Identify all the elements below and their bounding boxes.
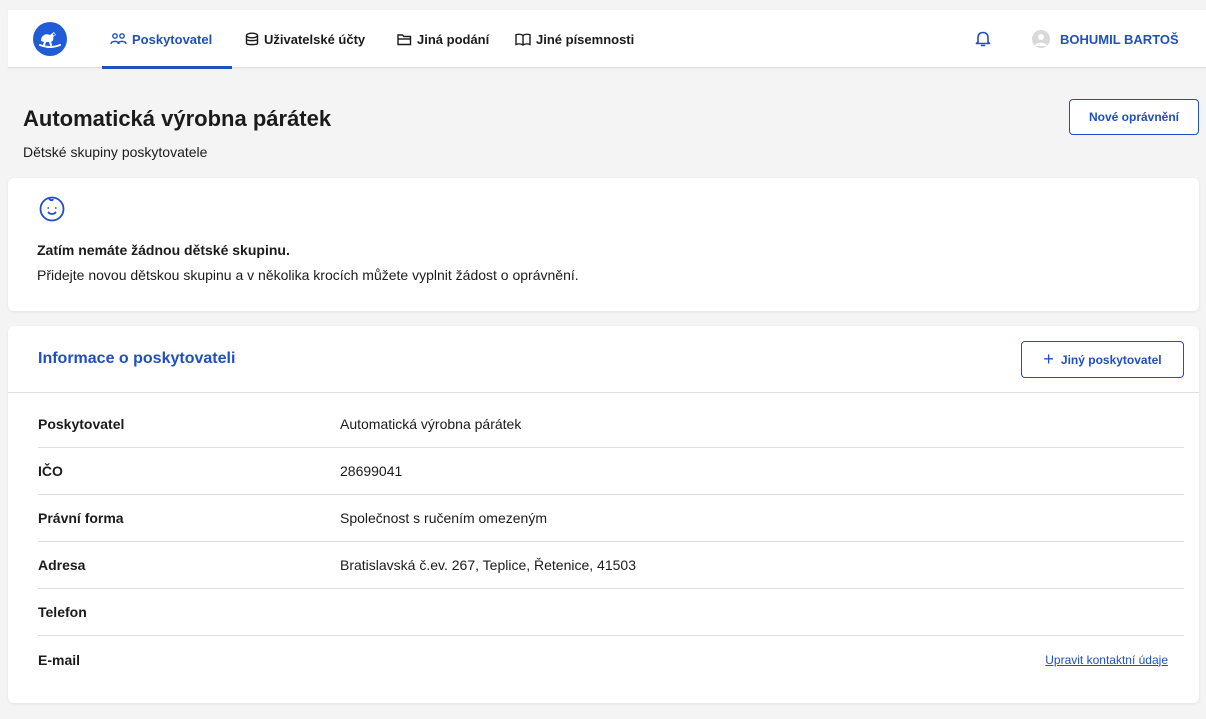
nav-item-label: Jiná podání <box>417 31 490 47</box>
nav-item-label: Uživatelské účty <box>264 31 366 47</box>
detail-value: 28699041 <box>340 463 403 479</box>
nav-item-jina-podani[interactable]: Jiná podání <box>397 10 489 68</box>
top-navigation: Poskytovatel Uživatelské účty Jiná podán… <box>8 10 1206 69</box>
detail-value: Společnost s ručením omezeným <box>340 510 547 526</box>
detail-label: E-mail <box>38 651 81 668</box>
nav-item-jine-pisemnosti[interactable]: Jiné písemnosti <box>515 10 634 68</box>
detail-row-pravni-forma: Právní forma Společnost s ručením omezen… <box>38 495 1184 542</box>
other-provider-button[interactable]: + Jiný poskytovatel <box>1021 341 1184 378</box>
nav-item-poskytovatel[interactable]: Poskytovatel <box>110 10 212 68</box>
user-name: BOHUMIL BARTOŠ <box>1060 31 1179 47</box>
detail-row-telefon: Telefon <box>38 589 1184 636</box>
rocking-horse-icon <box>39 32 61 48</box>
empty-state-text: Přidejte novou dětskou skupinu a v někol… <box>37 267 579 283</box>
provider-info-title: Informace o poskytovateli <box>38 350 236 367</box>
detail-label: Adresa <box>38 557 86 573</box>
detail-value: Automatická výrobna párátek <box>340 416 522 432</box>
new-authorization-button[interactable]: Nové oprávnění <box>1069 99 1199 135</box>
database-icon <box>245 32 259 45</box>
provider-info-header: Informace o poskytovateli + Jiný poskyto… <box>8 326 1199 393</box>
empty-state-title: Zatím nemáte žádnou dětské skupinu. <box>37 242 290 258</box>
detail-label: Poskytovatel <box>38 416 125 432</box>
user-icon <box>1035 34 1047 46</box>
provider-details: Poskytovatel Automatická výrobna párátek… <box>38 401 1184 683</box>
book-icon <box>515 33 531 46</box>
avatar <box>1032 30 1050 48</box>
active-tab-indicator <box>102 66 232 69</box>
bell-icon <box>975 31 991 47</box>
detail-label: Telefon <box>38 604 87 620</box>
other-provider-label: Jiný poskytovatel <box>1060 352 1162 367</box>
provider-info-card: Informace o poskytovateli + Jiný poskyto… <box>8 326 1199 703</box>
nav-item-label: Poskytovatel <box>132 31 213 47</box>
detail-row-poskytovatel: Poskytovatel Automatická výrobna párátek <box>38 401 1184 448</box>
detail-row-adresa: Adresa Bratislavská č.ev. 267, Teplice, … <box>38 542 1184 589</box>
detail-row-email: E-mail Upravit kontaktní údaje <box>38 636 1184 683</box>
plus-icon: + <box>1043 348 1054 369</box>
page-title: Automatická výrobna párátek <box>23 106 332 131</box>
nav-item-uzivatelske-ucty[interactable]: Uživatelské účty <box>245 10 365 68</box>
folder-icon <box>397 33 412 45</box>
detail-label: Právní forma <box>38 510 124 526</box>
users-icon <box>110 33 127 45</box>
page-subtitle: Dětské skupiny poskytovatele <box>23 144 208 160</box>
empty-state-card: Zatím nemáte žádnou dětské skupinu. Přid… <box>8 178 1199 311</box>
user-menu[interactable]: BOHUMIL BARTOŠ <box>1032 10 1179 68</box>
detail-row-ico: IČO 28699041 <box>38 448 1184 495</box>
notifications-button[interactable] <box>974 29 992 49</box>
logo[interactable] <box>33 22 67 56</box>
detail-value: Bratislavská č.ev. 267, Teplice, Řetenic… <box>340 557 636 573</box>
detail-label: IČO <box>38 463 63 479</box>
baby-face-icon <box>39 196 65 222</box>
nav-item-label: Jiné písemnosti <box>536 31 635 47</box>
edit-contact-link[interactable]: Upravit kontaktní údaje <box>1045 653 1168 667</box>
